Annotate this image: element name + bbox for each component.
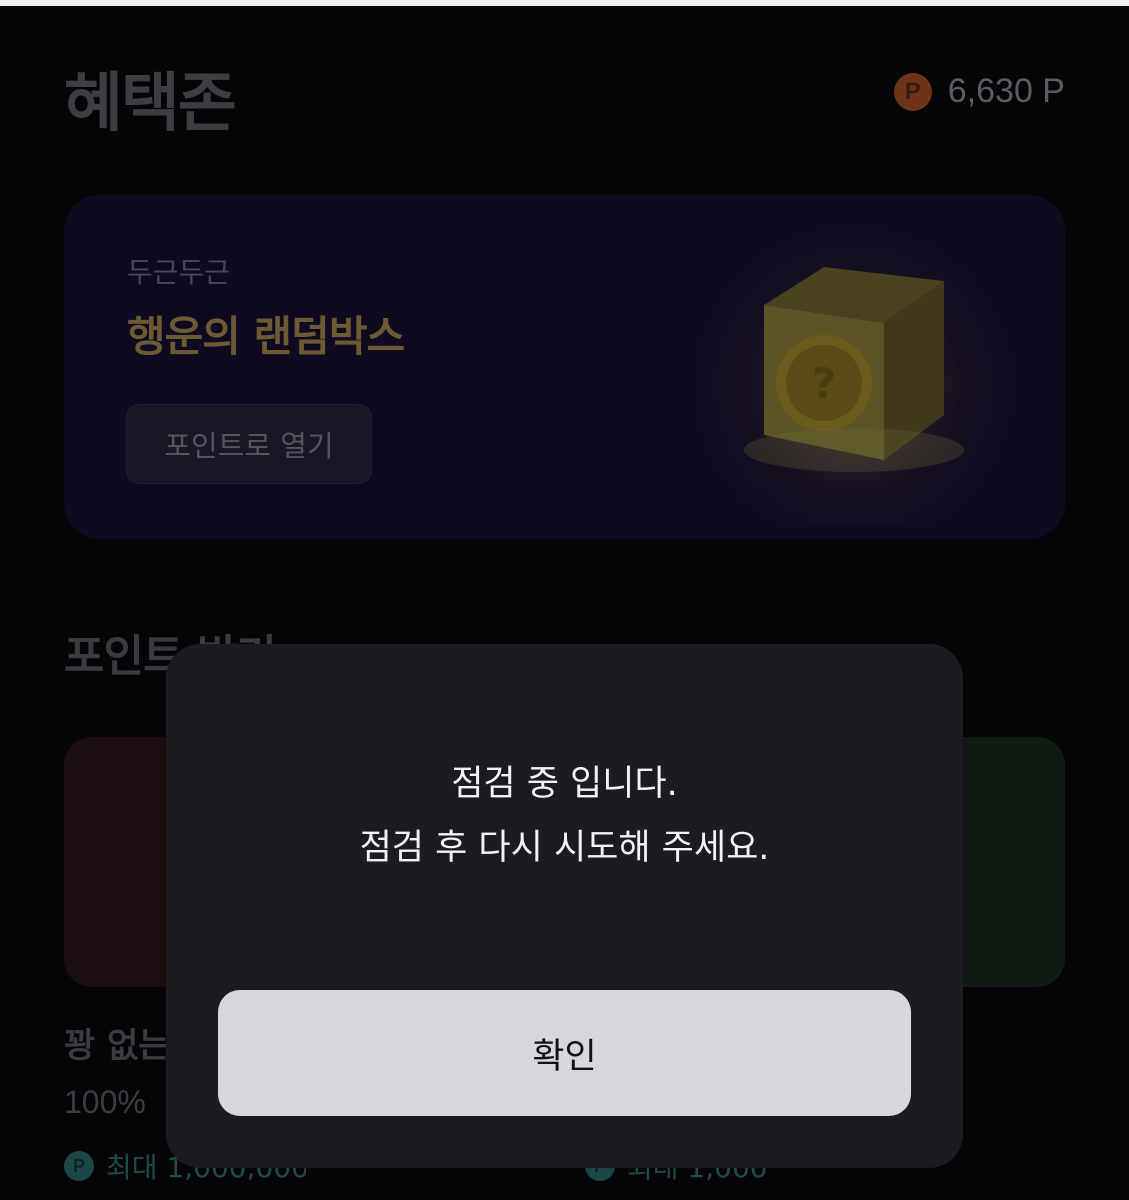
random-box-icon: ? <box>744 267 964 472</box>
reward-item-rate: 100% <box>64 1084 146 1120</box>
confirm-button[interactable]: 확인 <box>218 990 911 1116</box>
page-title: 혜택존 <box>64 67 237 141</box>
maintenance-dialog: 점검 중 입니다. 점검 후 다시 시도해 주세요. 확인 <box>166 644 963 1168</box>
points-value: 6,630 P <box>947 72 1065 110</box>
dialog-message-line: 점검 후 다시 시도해 주세요. <box>359 828 770 868</box>
banner-subtitle: 두근두근 <box>127 256 231 289</box>
points-icon: P <box>64 1151 94 1181</box>
svg-text:?: ? <box>812 359 836 408</box>
status-strip <box>0 0 1129 6</box>
random-box-banner[interactable]: 두근두근 행운의 랜덤박스 포인트로 열기 ? <box>64 195 1065 539</box>
banner-title: 행운의 랜덤박스 <box>127 312 405 361</box>
benefit-zone-page: 혜택존 P 6,630 P 두근두근 행운의 랜덤박스 포인트로 열기 ? 포인… <box>0 0 1129 1200</box>
dialog-message: 점검 중 입니다. 점검 후 다시 시도해 주세요. <box>166 752 963 880</box>
points-balance[interactable]: P 6,630 P <box>893 72 1065 111</box>
dialog-message-line: 점검 중 입니다. <box>451 764 678 804</box>
reward-item-title: 꽝 없는 <box>64 1026 170 1066</box>
open-with-points-button[interactable]: 포인트로 열기 <box>126 404 372 484</box>
points-icon: P <box>893 72 932 111</box>
